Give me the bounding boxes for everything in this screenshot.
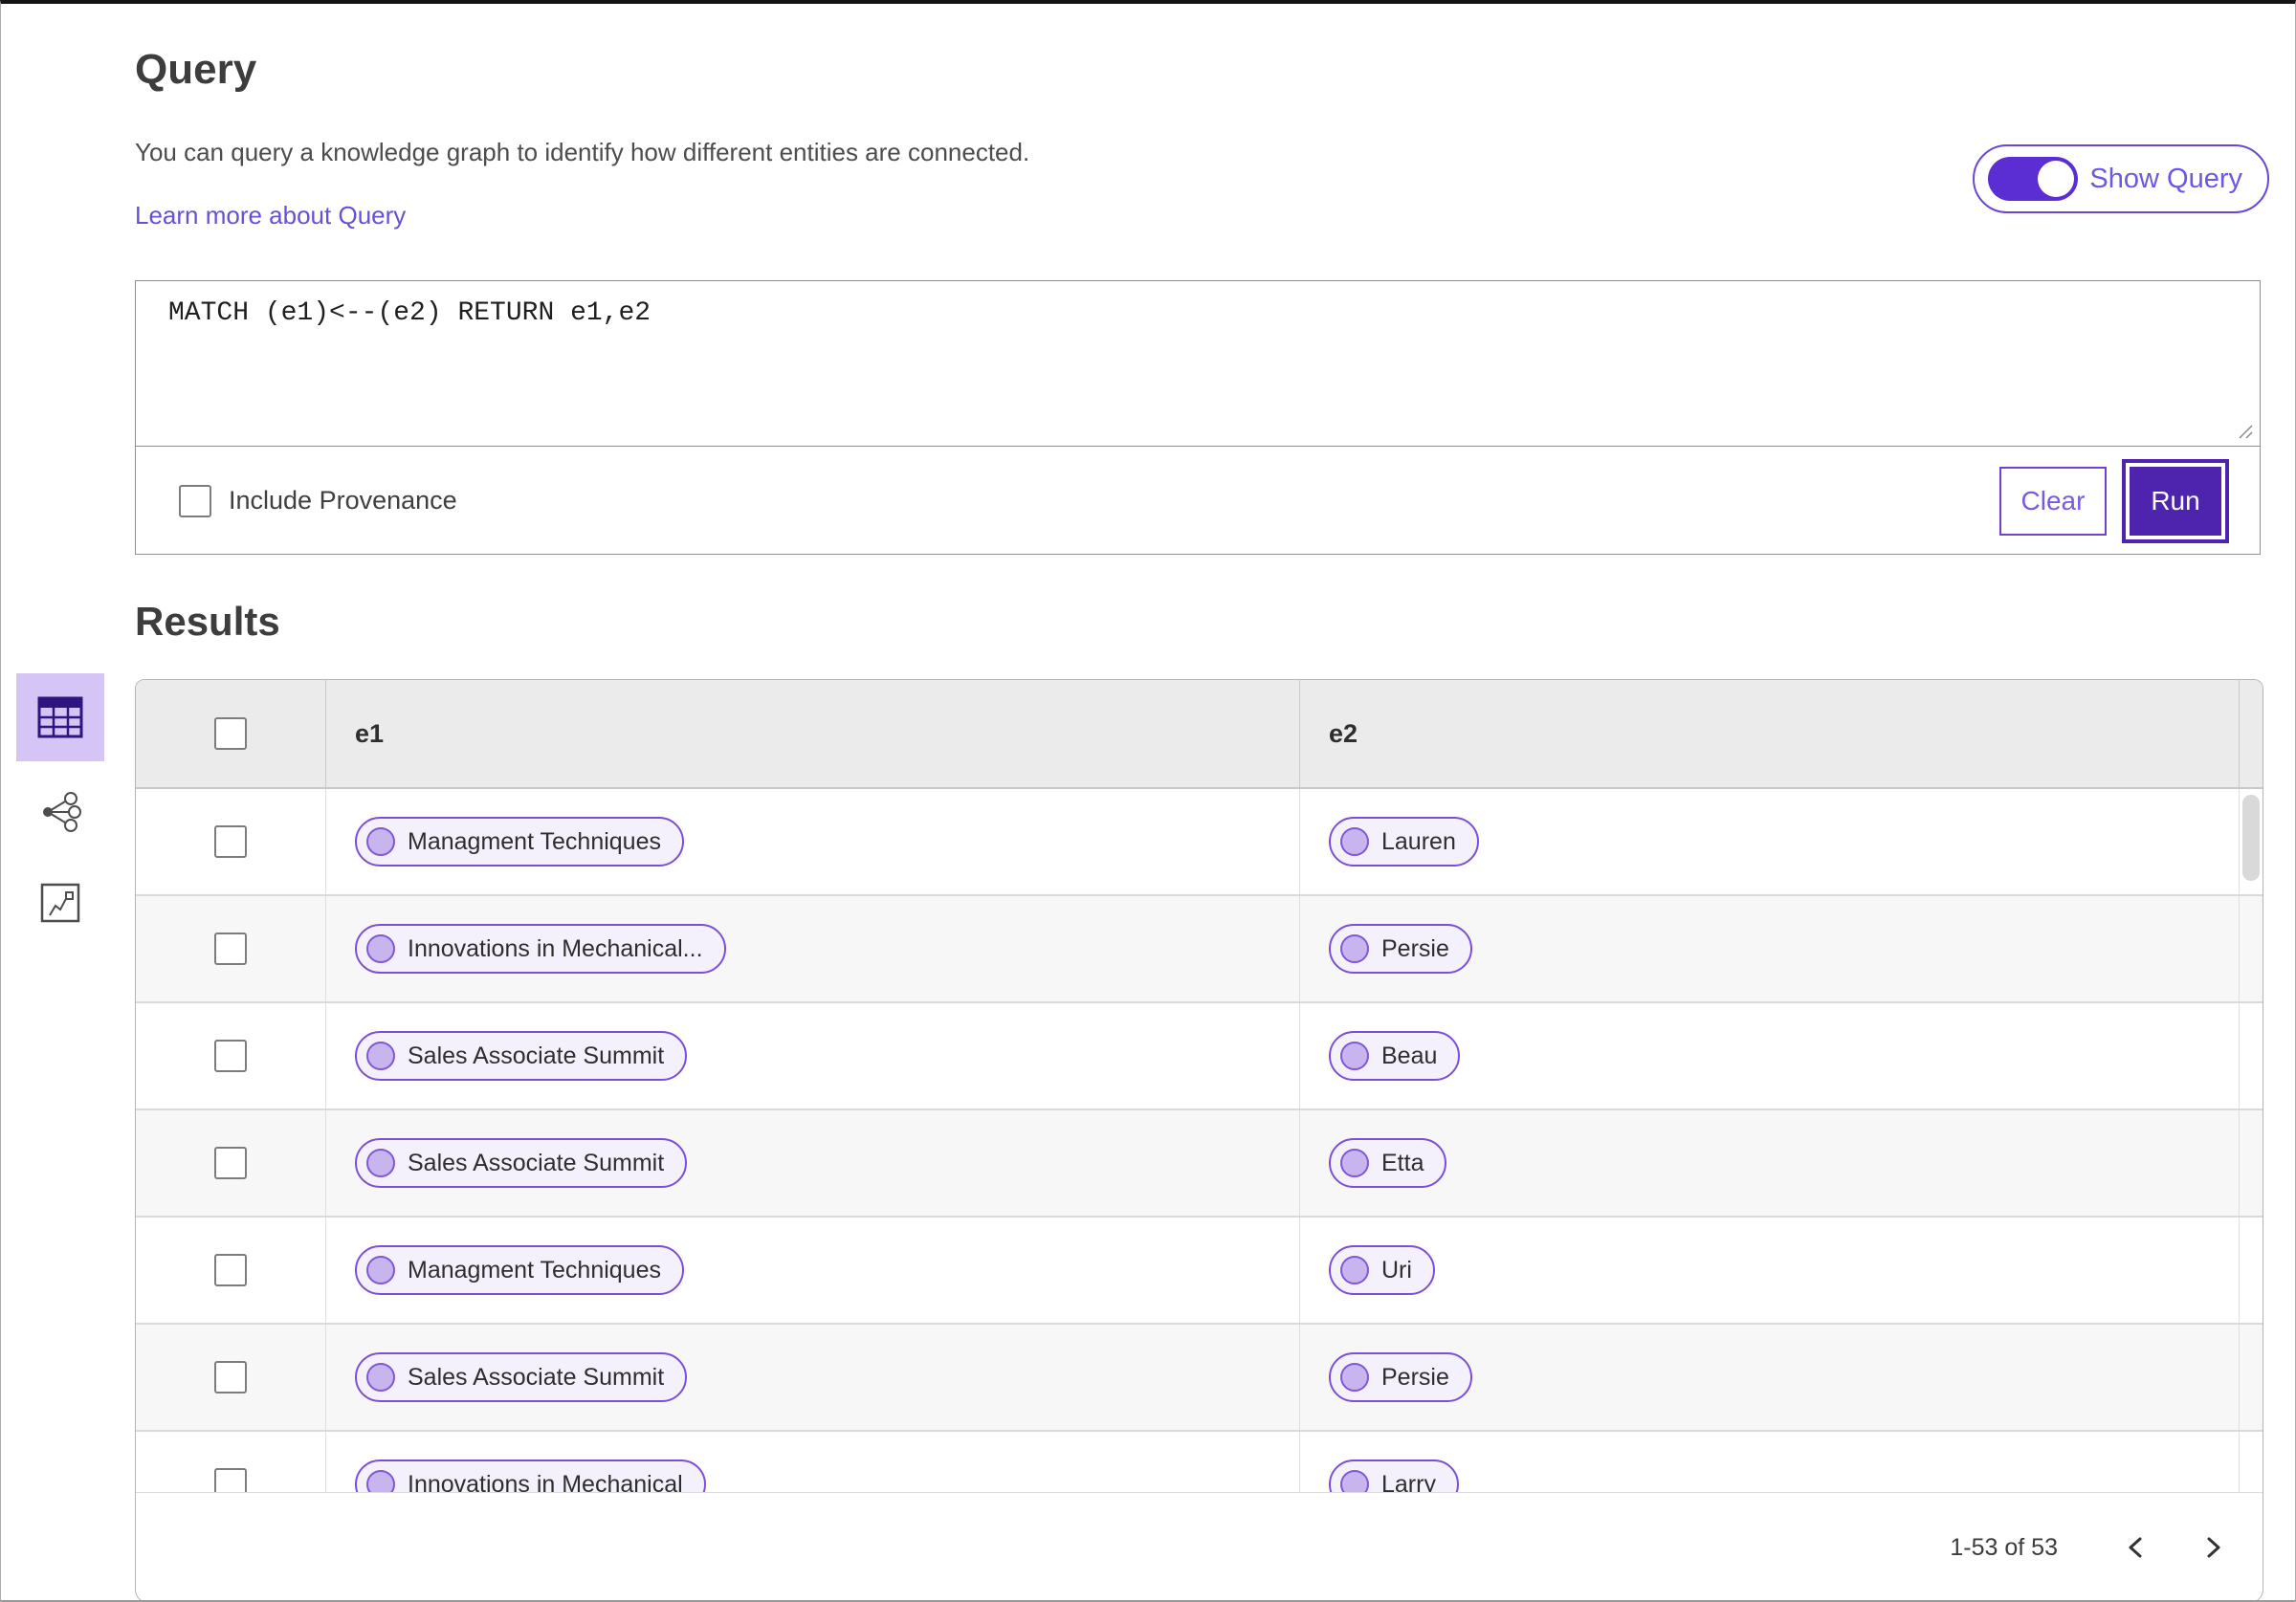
table-row: Sales Associate Summit Beau bbox=[136, 1003, 2263, 1110]
include-provenance-checkbox[interactable] bbox=[179, 484, 211, 517]
entity-pill[interactable]: Lauren bbox=[1329, 817, 1479, 867]
query-actions-bar: Include Provenance Clear Run bbox=[136, 447, 2260, 555]
pagination-bar: 1-53 of 53 bbox=[136, 1492, 2263, 1600]
toggle-switch-icon[interactable] bbox=[1988, 157, 2079, 201]
table-row: Managment Techniques Lauren bbox=[136, 789, 2263, 896]
entity-pill[interactable]: Persie bbox=[1329, 924, 1472, 974]
column-header-e2[interactable]: e2 bbox=[1299, 680, 2239, 787]
graph-view-button[interactable] bbox=[16, 779, 104, 845]
entity-pill[interactable]: Sales Associate Summit bbox=[355, 1031, 688, 1081]
table-header-row: e1 e2 bbox=[136, 680, 2263, 789]
table-row: Sales Associate Summit Persie bbox=[136, 1325, 2263, 1432]
entity-dot-icon bbox=[1340, 1042, 1369, 1070]
run-button[interactable]: Run bbox=[2122, 458, 2229, 543]
scrollbar-gutter bbox=[2239, 1218, 2263, 1323]
entity-dot-icon bbox=[1340, 1256, 1369, 1284]
entity-pill[interactable]: Beau bbox=[1329, 1031, 1461, 1081]
link-chart-icon bbox=[40, 883, 80, 923]
entity-pill[interactable]: Sales Associate Summit bbox=[355, 1138, 688, 1188]
entity-dot-icon bbox=[1340, 1363, 1369, 1392]
row-checkbox[interactable] bbox=[214, 1361, 247, 1394]
row-checkbox[interactable] bbox=[214, 1254, 247, 1286]
table-icon bbox=[37, 696, 83, 738]
scrollbar-gutter bbox=[2239, 896, 2263, 1001]
row-checkbox[interactable] bbox=[214, 1040, 247, 1072]
column-header-e1-label: e1 bbox=[355, 718, 385, 748]
entity-pill[interactable]: Managment Techniques bbox=[355, 1245, 684, 1295]
column-header-e2-label: e2 bbox=[1329, 718, 1358, 748]
learn-more-link[interactable]: Learn more about Query bbox=[135, 201, 406, 230]
table-row: Managment Techniques Uri bbox=[136, 1218, 2263, 1325]
results-table: e1 e2 Managment Techniques Lauren Innova… bbox=[135, 679, 2263, 1600]
view-switcher-rail bbox=[16, 673, 104, 936]
include-provenance-option[interactable]: Include Provenance bbox=[179, 484, 457, 517]
run-button-label: Run bbox=[2130, 466, 2221, 536]
entity-dot-icon bbox=[1340, 934, 1369, 963]
entity-dot-icon bbox=[366, 1042, 395, 1070]
network-icon bbox=[43, 792, 81, 832]
scrollbar-gutter bbox=[2239, 1110, 2263, 1216]
query-page: Query You can query a knowledge graph to… bbox=[0, 0, 2296, 1602]
query-text[interactable]: MATCH (e1)<--(e2) RETURN e1,e2 bbox=[168, 298, 651, 328]
scrollbar-gutter bbox=[2239, 680, 2263, 787]
column-header-e1[interactable]: e1 bbox=[325, 680, 1299, 787]
table-scrollbar-thumb[interactable] bbox=[2242, 795, 2260, 881]
query-editor-panel: MATCH (e1)<--(e2) RETURN e1,e2 Include P… bbox=[135, 280, 2261, 555]
entity-dot-icon bbox=[1340, 1149, 1369, 1177]
row-checkbox[interactable] bbox=[214, 825, 247, 858]
query-description: You can query a knowledge graph to ident… bbox=[135, 138, 1030, 166]
page-title: Query bbox=[135, 46, 257, 93]
select-all-cell bbox=[136, 680, 325, 787]
chevron-right-icon bbox=[2207, 1537, 2220, 1558]
entity-pill[interactable]: Sales Associate Summit bbox=[355, 1352, 688, 1402]
resize-handle-icon[interactable] bbox=[2232, 418, 2255, 441]
scrollbar-gutter bbox=[2239, 1003, 2263, 1108]
table-row: Innovations in Mechanical... Persie bbox=[136, 896, 2263, 1003]
link-chart-view-button[interactable] bbox=[16, 869, 104, 936]
row-checkbox[interactable] bbox=[214, 1147, 247, 1179]
entity-pill[interactable]: Etta bbox=[1329, 1138, 1447, 1188]
pagination-range-label: 1-53 of 53 bbox=[1950, 1533, 2058, 1561]
entity-dot-icon bbox=[366, 934, 395, 963]
entity-pill[interactable]: Persie bbox=[1329, 1352, 1472, 1402]
clear-button[interactable]: Clear bbox=[1999, 466, 2107, 536]
include-provenance-label: Include Provenance bbox=[229, 486, 457, 515]
show-query-toggle[interactable]: Show Query bbox=[1973, 144, 2269, 213]
row-checkbox[interactable] bbox=[214, 933, 247, 965]
select-all-checkbox[interactable] bbox=[214, 717, 247, 750]
table-view-button[interactable] bbox=[16, 673, 104, 761]
entity-pill[interactable]: Managment Techniques bbox=[355, 817, 684, 867]
entity-pill[interactable]: Uri bbox=[1329, 1245, 1435, 1295]
entity-dot-icon bbox=[366, 1363, 395, 1392]
table-row: Sales Associate Summit Etta bbox=[136, 1110, 2263, 1218]
results-title: Results bbox=[135, 599, 280, 644]
show-query-label: Show Query bbox=[2089, 163, 2242, 194]
entity-dot-icon bbox=[1340, 827, 1369, 856]
entity-dot-icon bbox=[366, 1256, 395, 1284]
query-input[interactable]: MATCH (e1)<--(e2) RETURN e1,e2 bbox=[136, 281, 2260, 447]
scrollbar-gutter bbox=[2239, 1325, 2263, 1430]
toggle-knob bbox=[2038, 161, 2075, 197]
entity-dot-icon bbox=[366, 827, 395, 856]
chevron-left-icon bbox=[2129, 1537, 2142, 1558]
next-page-button[interactable] bbox=[2192, 1526, 2234, 1569]
entity-pill[interactable]: Innovations in Mechanical... bbox=[355, 924, 726, 974]
entity-dot-icon bbox=[366, 1149, 395, 1177]
prev-page-button[interactable] bbox=[2115, 1526, 2157, 1569]
